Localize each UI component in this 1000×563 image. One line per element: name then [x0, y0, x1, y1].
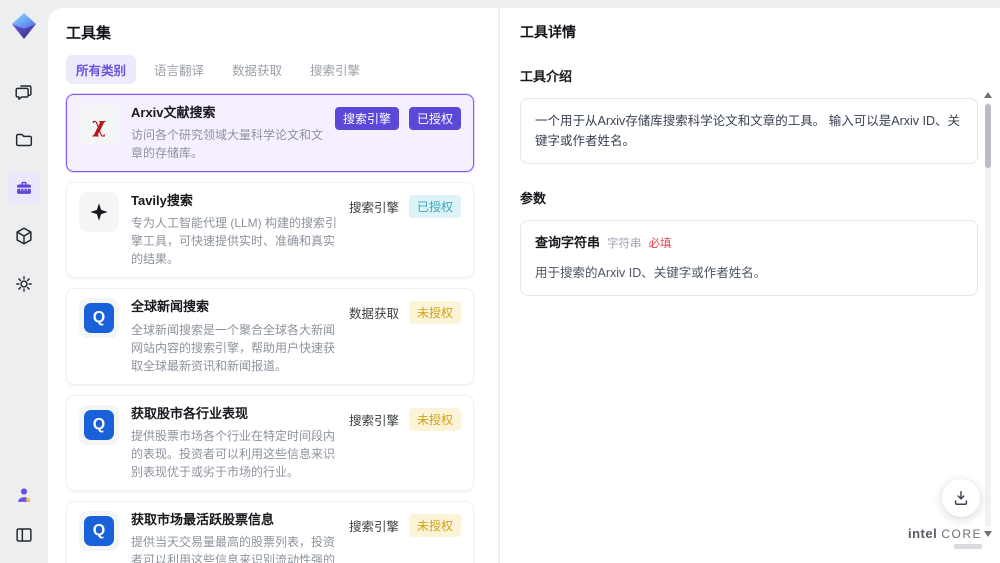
news-q-logo-icon: Q	[84, 409, 114, 440]
tool-description: 全球新闻搜索是一个聚合全球各大新闻网站内容的搜索引擎，帮助用户快速获取全球最新资…	[131, 322, 336, 373]
app-screen: 工具集 所有类别 语言翻译 数据获取 搜索引擎 χ Arxiv文献搜索 访问各个…	[0, 0, 1000, 563]
gear-icon[interactable]	[8, 268, 40, 300]
tab-all-categories[interactable]: 所有类别	[66, 55, 137, 84]
tab-data-fetching[interactable]: 数据获取	[222, 55, 292, 84]
param-description: 用于搜索的Arxiv ID、关键字或作者姓名。	[535, 265, 767, 280]
cube-icon[interactable]	[8, 220, 40, 252]
status-badge: 未授权	[408, 407, 461, 431]
intro-box: 一个用于从Arxiv存储库搜索科学论文和文章的工具。 输入可以是Arxiv ID…	[520, 98, 978, 164]
sidebar-bottom	[8, 479, 40, 551]
tool-description: 专为人工智能代理 (LLM) 构建的搜索引擎工具，可快速提供实时、准确和真实的结…	[131, 216, 338, 267]
param-required-badge: 必填	[648, 238, 672, 250]
category-tabs: 所有类别 语言翻译 数据获取 搜索引擎	[66, 55, 474, 84]
main-content: 工具集 所有类别 语言翻译 数据获取 搜索引擎 χ Arxiv文献搜索 访问各个…	[48, 8, 1000, 563]
tool-icon: Q	[79, 510, 119, 551]
param-name: 查询字符串	[535, 235, 601, 250]
tool-list-panel: 工具集 所有类别 语言翻译 数据获取 搜索引擎 χ Arxiv文献搜索 访问各个…	[48, 8, 498, 563]
sidebar-nav	[8, 76, 40, 300]
brand-core: core	[941, 526, 982, 541]
tool-description: 访问各个研究领域大量科学论文和文章的存储库。	[131, 128, 324, 161]
category-badge: 搜索引擎	[348, 519, 399, 534]
tool-description: 提供当天交易量最高的股票列表，投资者可以利用这些信息来识别流动性强的股票和潜在的…	[131, 534, 336, 563]
detail-title: 工具详情	[520, 24, 576, 40]
tool-name: 全球新闻搜索	[131, 299, 210, 315]
user-avatar-icon[interactable]	[8, 479, 40, 511]
status-badge: 已授权	[408, 107, 461, 130]
tool-name: Arxiv文献搜索	[131, 105, 216, 120]
status-badge: 未授权	[408, 301, 461, 325]
tab-language-translation[interactable]: 语言翻译	[144, 55, 214, 84]
folder-icon[interactable]	[8, 124, 40, 156]
intro-text: 一个用于从Arxiv存储库搜索科学论文和文章的工具。 输入可以是Arxiv ID…	[535, 114, 961, 148]
category-badge: 数据获取	[348, 307, 399, 322]
category-badge: 搜索引擎	[334, 107, 399, 130]
tool-list-item[interactable]: χ Arxiv文献搜索 访问各个研究领域大量科学论文和文章的存储库。 搜索引擎 …	[66, 94, 474, 173]
params-heading: 参数	[520, 191, 547, 206]
tool-icon: Q	[79, 298, 119, 339]
tool-name: 获取市场最活跃股票信息	[131, 511, 275, 527]
brand-intel: intel	[907, 525, 938, 541]
param-header: 查询字符串 字符串 必填	[535, 233, 963, 254]
category-badge: 搜索引擎	[348, 201, 399, 216]
tool-icon: Q	[79, 404, 119, 445]
tool-list-item[interactable]: Q 获取股市各行业表现 提供股票市场各个行业在特定时间段内的表现。投资者可以利用…	[66, 394, 474, 491]
status-badge: 已授权	[408, 195, 461, 219]
news-q-logo-icon: Q	[84, 515, 114, 546]
category-badge: 搜索引擎	[348, 413, 399, 428]
panel-toggle-icon[interactable]	[8, 519, 40, 551]
news-q-logo-icon: Q	[84, 303, 114, 334]
tool-name: Tavily搜索	[131, 193, 193, 209]
chat-icon[interactable]	[8, 76, 40, 108]
param-box: 查询字符串 字符串 必填 用于搜索的Arxiv ID、关键字或作者姓名。	[520, 220, 978, 296]
brand-accent-bar	[954, 544, 982, 549]
tool-list-item[interactable]: Q 全球新闻搜索 全球新闻搜索是一个聚合全球各大新闻网站内容的搜索引擎，帮助用户…	[66, 288, 474, 385]
tavily-star-icon	[90, 203, 108, 221]
download-icon	[954, 491, 968, 505]
app-sidebar	[0, 0, 48, 563]
intro-heading: 工具介绍	[520, 69, 573, 84]
param-type: 字符串	[607, 238, 642, 250]
toolbox-icon[interactable]	[8, 172, 40, 204]
tool-icon: χ	[79, 104, 119, 144]
app-logo-icon[interactable]	[8, 10, 40, 42]
tab-search-engine[interactable]: 搜索引擎	[300, 55, 370, 84]
download-button[interactable]	[942, 479, 980, 517]
tool-detail-panel: 工具详情 工具介绍 一个用于从Arxiv存储库搜索科学论文和文章的工具。 输入可…	[500, 8, 1000, 563]
tool-list-item[interactable]: Tavily搜索 专为人工智能代理 (LLM) 构建的搜索引擎工具，可快速提供实…	[66, 182, 474, 279]
tool-list-item[interactable]: Q 获取市场最活跃股票信息 提供当天交易量最高的股票列表，投资者可以利用这些信息…	[66, 500, 474, 563]
tool-description: 提供股票市场各个行业在特定时间段内的表现。投资者可以利用这些信息来识别表现优于或…	[131, 428, 336, 479]
page-title: 工具集	[66, 25, 112, 42]
tool-icon	[79, 192, 119, 233]
intel-core-logo: intel core	[907, 525, 982, 549]
tool-list: χ Arxiv文献搜索 访问各个研究领域大量科学论文和文章的存储库。 搜索引擎 …	[66, 94, 474, 563]
status-badge: 未授权	[408, 513, 461, 537]
arxiv-logo-icon: χ	[92, 111, 106, 137]
tool-name: 获取股市各行业表现	[131, 405, 249, 421]
